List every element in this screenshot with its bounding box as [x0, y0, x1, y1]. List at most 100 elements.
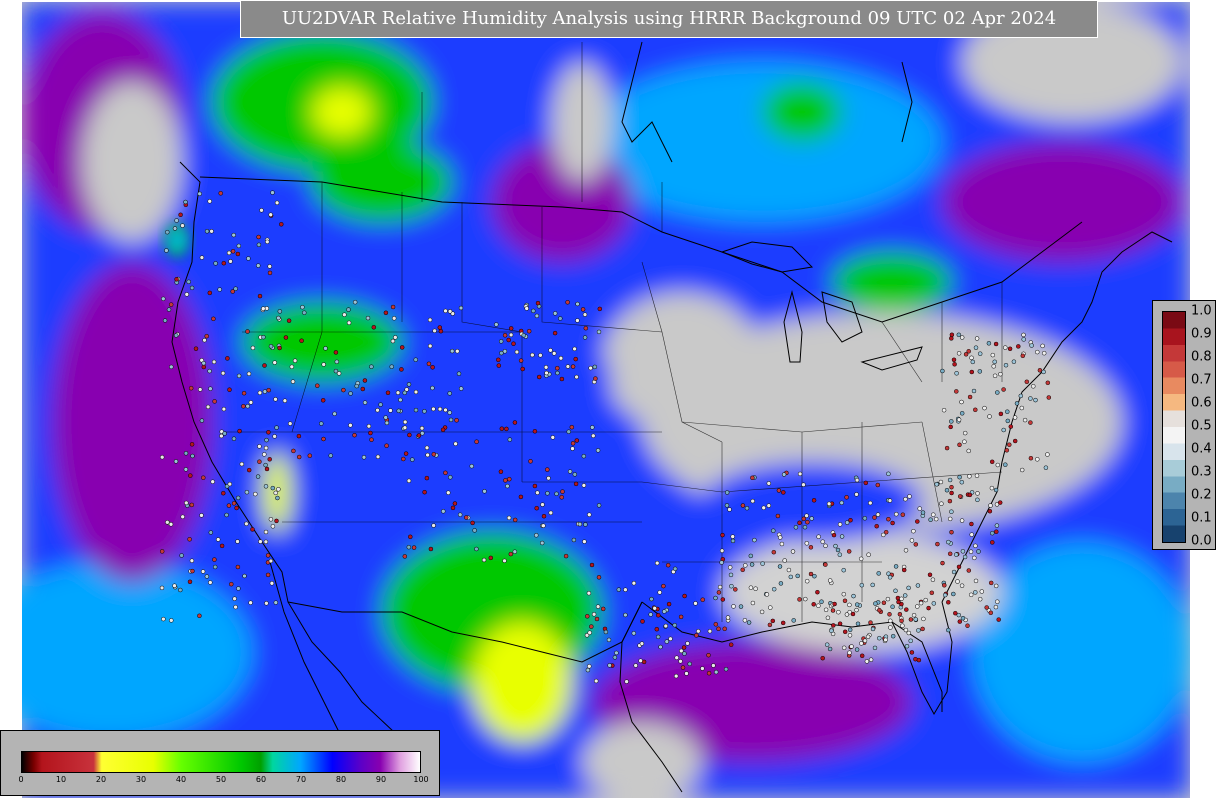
station-marker	[188, 385, 194, 391]
station-marker	[904, 607, 909, 612]
station-marker	[447, 410, 452, 415]
station-marker	[236, 373, 242, 379]
station-marker	[931, 601, 937, 606]
station-marker	[707, 628, 713, 634]
station-marker	[764, 592, 770, 597]
station-marker	[270, 524, 276, 529]
station-marker	[189, 442, 195, 447]
offshore-vortex-core	[171, 232, 183, 248]
station-marker	[1045, 380, 1051, 386]
station-marker	[995, 462, 1001, 468]
station-marker	[190, 568, 195, 574]
station-marker	[411, 545, 417, 550]
station-marker	[663, 623, 669, 629]
rh-analysis-map	[22, 2, 1190, 798]
station-marker	[416, 433, 422, 438]
station-marker	[474, 439, 479, 444]
station-marker	[159, 549, 165, 554]
station-marker	[218, 191, 223, 196]
rh-colorbar	[21, 751, 421, 773]
station-marker	[966, 448, 971, 454]
station-marker	[969, 369, 975, 375]
station-scale-tick-label: 0.5	[1191, 418, 1212, 434]
station-marker	[458, 386, 464, 391]
station-marker	[696, 628, 701, 634]
station-marker	[274, 425, 279, 430]
station-marker	[274, 518, 279, 524]
station-marker	[545, 491, 550, 496]
station-marker	[873, 601, 878, 606]
station-marker	[631, 580, 637, 586]
station-marker	[1031, 384, 1036, 389]
station-marker	[454, 418, 459, 423]
station-marker	[957, 442, 962, 448]
station-marker	[234, 505, 239, 511]
station-marker	[236, 243, 242, 249]
station-marker	[296, 454, 302, 460]
station-scale-tick-label: 0.4	[1191, 441, 1212, 457]
station-marker	[888, 625, 893, 630]
station-marker	[906, 585, 911, 591]
station-marker	[597, 306, 603, 312]
station-marker	[333, 350, 339, 355]
station-marker	[724, 490, 730, 495]
station-marker	[169, 618, 174, 623]
station-marker	[781, 472, 787, 477]
station-marker	[974, 336, 980, 341]
station-scale-tick-label: 0.7	[1191, 372, 1212, 388]
station-marker	[246, 256, 251, 261]
station-marker	[263, 462, 268, 468]
station-marker	[235, 564, 241, 570]
station-marker	[946, 627, 951, 633]
station-marker	[395, 390, 401, 395]
station-marker	[743, 563, 748, 568]
station-marker	[962, 554, 968, 560]
station-marker	[725, 615, 731, 620]
mexico-yellow-region	[472, 622, 572, 742]
station-marker	[256, 263, 261, 268]
station-marker	[668, 636, 673, 642]
plains-blue-region	[392, 312, 612, 452]
station-marker	[580, 307, 586, 312]
station-marker	[788, 574, 794, 580]
station-marker	[933, 516, 939, 522]
station-marker	[954, 389, 959, 394]
station-marker	[388, 408, 393, 413]
station-marker	[211, 359, 217, 365]
station-marker	[494, 322, 499, 327]
station-marker	[700, 666, 705, 671]
station-marker	[173, 459, 179, 464]
station-marker	[506, 337, 511, 343]
station-marker	[959, 479, 965, 485]
station-marker	[894, 511, 899, 517]
station-marker	[993, 487, 999, 493]
station-marker	[190, 453, 195, 459]
station-marker	[582, 539, 587, 544]
station-marker	[371, 325, 377, 330]
station-marker	[899, 618, 904, 624]
station-marker	[431, 452, 437, 457]
station-marker	[488, 555, 494, 561]
station-marker	[246, 467, 252, 473]
station-marker	[740, 567, 745, 573]
station-marker	[369, 437, 374, 442]
station-marker	[831, 532, 837, 538]
station-marker	[161, 296, 166, 302]
station-marker	[716, 590, 722, 595]
station-marker	[666, 601, 672, 607]
station-marker	[231, 232, 236, 238]
station-marker	[362, 378, 368, 383]
station-marker	[375, 407, 380, 413]
rh-tick-label: 0	[18, 775, 24, 784]
station-marker	[481, 557, 487, 563]
station-marker	[837, 552, 843, 557]
station-marker	[949, 484, 954, 490]
station-marker	[717, 584, 723, 590]
station-marker	[237, 428, 242, 434]
station-marker	[959, 583, 965, 588]
station-marker	[273, 490, 278, 496]
rh-tick-label: 80	[335, 775, 347, 784]
station-marker	[682, 651, 687, 656]
station-marker	[797, 520, 802, 526]
station-marker	[225, 356, 230, 361]
